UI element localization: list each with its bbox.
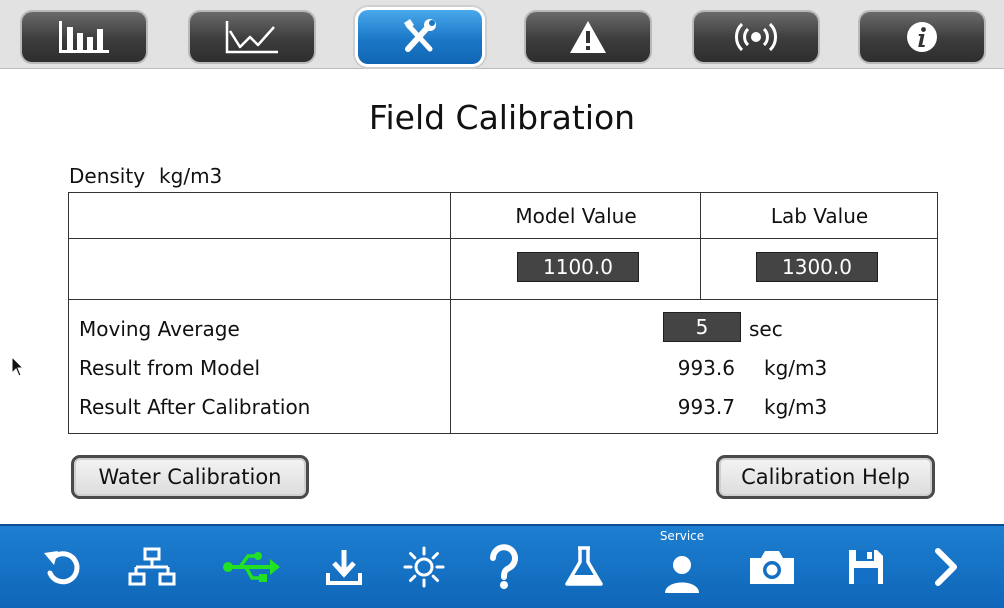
top-nav-bar <box>0 0 1004 69</box>
tab-trend[interactable] <box>190 12 314 62</box>
service-button[interactable]: Service <box>652 526 712 608</box>
model-value-field[interactable]: 1100.0 <box>517 252 639 282</box>
result-after-unit: kg/m3 <box>764 395 828 419</box>
screenshot-button[interactable] <box>742 526 802 608</box>
calibration-table: Model Value Lab Value 1100.0 1300.0 Movi… <box>68 192 938 434</box>
camera-icon <box>750 551 794 584</box>
help-button[interactable] <box>474 526 534 608</box>
moving-average-unit: sec <box>749 317 783 341</box>
brightness-icon <box>403 546 445 588</box>
mouse-cursor-icon <box>11 356 25 377</box>
brightness-button[interactable] <box>394 526 454 608</box>
usb-button[interactable] <box>222 526 282 608</box>
header-model-value: Model Value <box>515 204 637 228</box>
result-model-label: Result from Model <box>79 356 261 380</box>
table-divider <box>450 193 451 433</box>
bottom-toolbar: Service <box>0 524 1004 608</box>
lab-button[interactable] <box>554 526 614 608</box>
network-icon <box>128 547 176 586</box>
refresh-icon <box>44 551 80 585</box>
tools-icon <box>404 19 436 52</box>
bar-chart-icon <box>59 21 109 53</box>
moving-average-field[interactable]: 5 <box>663 312 741 342</box>
water-calibration-button[interactable]: Water Calibration <box>71 455 309 499</box>
tab-tools[interactable] <box>358 10 482 64</box>
signal-icon <box>735 22 777 52</box>
section-unit: kg/m3 <box>159 164 223 188</box>
service-user-icon <box>665 556 699 593</box>
result-after-label: Result After Calibration <box>79 395 311 419</box>
result-after-value: 993.7 <box>677 395 735 419</box>
help-icon <box>490 544 518 589</box>
section-label: Density kg/m3 <box>69 164 222 188</box>
moving-average-label: Moving Average <box>79 317 240 341</box>
table-divider <box>700 193 701 299</box>
lab-value-field[interactable]: 1300.0 <box>756 252 878 282</box>
result-model-value: 993.6 <box>677 356 735 380</box>
tab-info[interactable] <box>860 12 984 62</box>
save-button[interactable] <box>836 526 896 608</box>
tab-alarms[interactable] <box>526 12 650 62</box>
header-lab-value: Lab Value <box>770 204 869 228</box>
download-icon <box>326 550 362 585</box>
table-divider <box>69 299 937 300</box>
next-icon <box>935 548 957 586</box>
flask-icon <box>565 546 603 586</box>
tab-statistics[interactable] <box>22 12 146 62</box>
usb-icon <box>223 552 280 582</box>
page-title: Field Calibration <box>368 98 636 137</box>
tab-communication[interactable] <box>694 12 818 62</box>
line-chart-icon <box>225 21 278 54</box>
download-button[interactable] <box>314 526 374 608</box>
info-icon <box>907 22 937 52</box>
result-model-unit: kg/m3 <box>764 356 828 380</box>
service-label: Service <box>659 529 705 543</box>
calibration-help-button[interactable]: Calibration Help <box>716 455 935 499</box>
network-button[interactable] <box>122 526 182 608</box>
save-icon <box>849 550 883 584</box>
refresh-button[interactable] <box>32 526 92 608</box>
section-quantity: Density <box>69 164 146 188</box>
warning-icon <box>570 21 606 53</box>
next-page-button[interactable] <box>916 526 976 608</box>
